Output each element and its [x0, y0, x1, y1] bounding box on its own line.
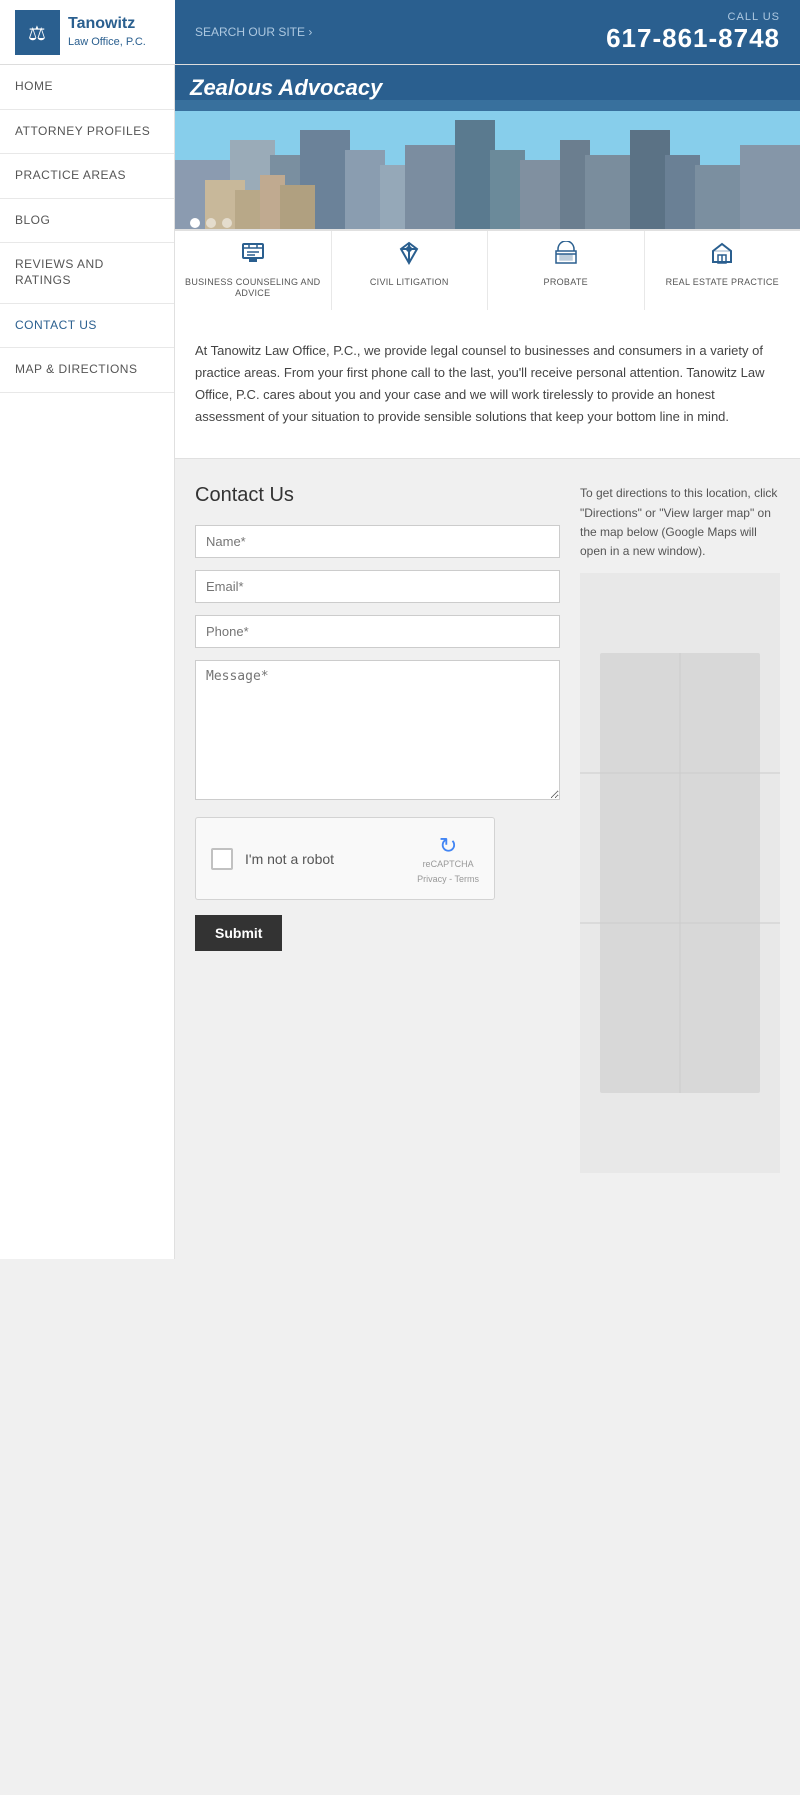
- practice-icon-probate[interactable]: PROBATE: [488, 231, 645, 310]
- submit-button[interactable]: Submit: [195, 915, 282, 951]
- header-center: SEARCH OUR SITE ›: [175, 0, 586, 64]
- main-layout: HOME ATTORNEY PROFILES PRACTICE AREAS BL…: [0, 65, 800, 1259]
- probate-label: PROBATE: [544, 277, 588, 289]
- hero-section: Zealous Advocacy: [175, 65, 800, 310]
- email-field-group: [195, 570, 560, 603]
- header-phone: CALL US 617-861-8748: [586, 0, 800, 64]
- hero-dot-3[interactable]: [222, 218, 232, 228]
- logo-text: Tanowitz Law Office, P.C.: [68, 14, 146, 49]
- logo-icon: ⚖: [15, 10, 60, 55]
- practice-icons-bar: BUSINESS COUNSELING AND ADVICE CIVIL LIT…: [175, 229, 800, 310]
- sidebar-item-practice-areas[interactable]: PRACTICE AREAS: [0, 154, 174, 199]
- message-textarea[interactable]: [195, 660, 560, 800]
- map-directions-text: To get directions to this location, clic…: [580, 484, 780, 561]
- recaptcha-label: I'm not a robot: [245, 851, 405, 867]
- sidebar-item-map-directions[interactable]: MAP & DIRECTIONS: [0, 348, 174, 393]
- civil-icon: [397, 241, 421, 272]
- probate-icon: [554, 241, 578, 272]
- name-input[interactable]: [195, 525, 560, 558]
- practice-icon-real-estate[interactable]: REAL ESTATE PRACTICE: [645, 231, 800, 310]
- hero-title: Zealous Advocacy: [175, 65, 800, 111]
- real-estate-label: REAL ESTATE PRACTICE: [666, 277, 779, 289]
- logo-area[interactable]: ⚖ Tanowitz Law Office, P.C.: [0, 0, 175, 65]
- phone-number[interactable]: 617-861-8748: [606, 23, 780, 54]
- email-input[interactable]: [195, 570, 560, 603]
- call-us-label: CALL US: [728, 11, 780, 23]
- header: ⚖ Tanowitz Law Office, P.C. SEARCH OUR S…: [0, 0, 800, 65]
- recaptcha-logo-icon: ↻: [439, 833, 457, 859]
- sidebar-item-contact-us[interactable]: CONTACT US: [0, 304, 174, 349]
- recaptcha-links[interactable]: Privacy - Terms: [417, 874, 479, 884]
- svg-text:⚖: ⚖: [28, 23, 46, 45]
- name-field-group: [195, 525, 560, 558]
- sidebar-item-blog[interactable]: BLOG: [0, 199, 174, 244]
- hero-dots: [190, 218, 232, 228]
- contact-form-area: Contact Us I'm not a robot: [195, 484, 560, 1234]
- search-link[interactable]: SEARCH OUR SITE ›: [195, 25, 312, 39]
- phone-field-group: [195, 615, 560, 648]
- business-label: BUSINESS COUNSELING AND ADVICE: [180, 277, 326, 300]
- recaptcha-brand-label: reCAPTCHA: [423, 859, 474, 869]
- practice-icon-business[interactable]: BUSINESS COUNSELING AND ADVICE: [175, 231, 332, 310]
- recaptcha-widget[interactable]: I'm not a robot ↻ reCAPTCHA Privacy - Te…: [195, 817, 495, 900]
- sidebar-item-attorney-profiles[interactable]: ATTORNEY PROFILES: [0, 110, 174, 155]
- real-estate-icon: [710, 241, 734, 272]
- recaptcha-logo-area: ↻ reCAPTCHA Privacy - Terms: [417, 833, 479, 884]
- business-icon: [241, 241, 265, 272]
- hero-dot-2[interactable]: [206, 218, 216, 228]
- sidebar: HOME ATTORNEY PROFILES PRACTICE AREAS BL…: [0, 65, 175, 1259]
- phone-input[interactable]: [195, 615, 560, 648]
- contact-title: Contact Us: [195, 484, 560, 507]
- hero-dot-1[interactable]: [190, 218, 200, 228]
- recaptcha-checkbox[interactable]: [211, 848, 233, 870]
- sidebar-item-reviews[interactable]: REVIEWS AND RATINGS: [0, 243, 174, 303]
- message-field-group: [195, 660, 560, 805]
- map-area: To get directions to this location, clic…: [580, 484, 780, 1234]
- description-text: At Tanowitz Law Office, P.C., we provide…: [195, 340, 780, 428]
- main-content: Zealous Advocacy: [175, 65, 800, 1259]
- contact-section: Contact Us I'm not a robot: [175, 459, 800, 1259]
- practice-icon-civil[interactable]: CIVIL LITIGATION: [332, 231, 489, 310]
- sidebar-item-home[interactable]: HOME: [0, 65, 174, 110]
- map-placeholder[interactable]: [580, 573, 780, 1173]
- description-section: At Tanowitz Law Office, P.C., we provide…: [175, 310, 800, 459]
- civil-label: CIVIL LITIGATION: [370, 277, 449, 289]
